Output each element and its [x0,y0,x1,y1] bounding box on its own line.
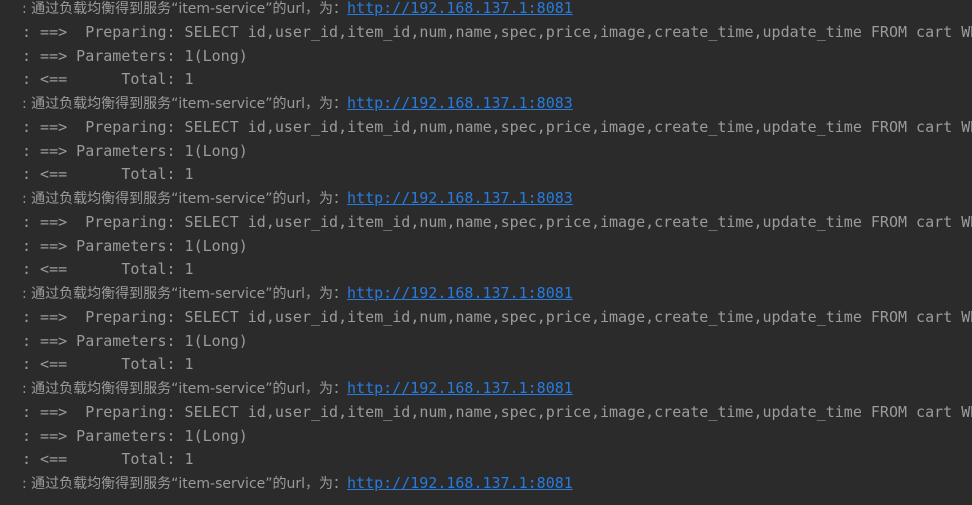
log-line: : ==> Preparing: SELECT id,user_id,item_… [22,212,972,231]
log-line: : ==> Parameters: 1(Long) [22,46,248,65]
service-url-link[interactable]: http://192.168.137.1:8081 [347,284,573,302]
log-line-load-balance: : 通过负载均衡得到服务“item-service”的url，为：http://… [22,472,972,496]
service-url-link[interactable]: http://192.168.137.1:8081 [347,0,573,17]
service-url-link[interactable]: http://192.168.137.1:8083 [347,189,573,207]
log-line: : ==> Preparing: SELECT id,user_id,item_… [22,402,972,421]
log-line: : <== Total: 1 [22,355,194,374]
log-line: : ==> Preparing: SELECT id,user_id,item_… [22,22,972,41]
console-output: : 通过负载均衡得到服务“item-service”的url，为：http://… [22,0,972,496]
log-line: : ==> Preparing: SELECT id,user_id,item_… [22,307,972,326]
log-line: : <== Total: 1 [22,165,194,184]
log-line-load-balance: : 通过负载均衡得到服务“item-service”的url，为：http://… [22,187,972,211]
log-line: : ==> Parameters: 1(Long) [22,426,248,445]
log-line: : ==> Parameters: 1(Long) [22,331,248,350]
service-url-link[interactable]: http://192.168.137.1:8083 [347,94,573,112]
log-message: : 通过负载均衡得到服务“item-service”的url，为： [22,96,348,112]
log-line-load-balance: : 通过负载均衡得到服务“item-service”的url，为：http://… [22,0,972,21]
service-url-link[interactable]: http://192.168.137.1:8081 [347,474,573,492]
log-line: : ==> Parameters: 1(Long) [22,141,248,160]
log-line: : <== Total: 1 [22,70,194,89]
log-line-load-balance: : 通过负载均衡得到服务“item-service”的url，为：http://… [22,92,972,116]
log-line: : ==> Parameters: 1(Long) [22,236,248,255]
log-line-load-balance: : 通过负载均衡得到服务“item-service”的url，为：http://… [22,282,972,306]
service-url-link[interactable]: http://192.168.137.1:8081 [347,379,573,397]
log-message: : 通过负载均衡得到服务“item-service”的url，为： [22,381,348,397]
log-message: : 通过负载均衡得到服务“item-service”的url，为： [22,286,348,302]
log-message: : 通过负载均衡得到服务“item-service”的url，为： [22,476,348,492]
log-line: : <== Total: 1 [22,260,194,279]
log-line: : ==> Preparing: SELECT id,user_id,item_… [22,117,972,136]
log-message: : 通过负载均衡得到服务“item-service”的url，为： [22,1,348,17]
log-message: : 通过负载均衡得到服务“item-service”的url，为： [22,191,348,207]
log-line-load-balance: : 通过负载均衡得到服务“item-service”的url，为：http://… [22,377,972,401]
log-line: : <== Total: 1 [22,450,194,469]
